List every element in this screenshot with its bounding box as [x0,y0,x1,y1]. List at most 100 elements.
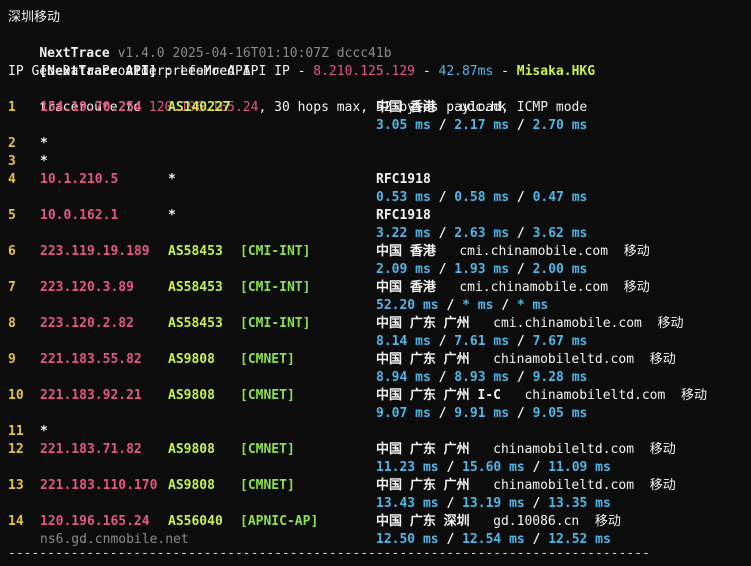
rtt-separator: / [430,370,455,385]
hop-number: 7 [8,280,16,295]
rtt-separator: / [438,496,463,511]
hop-rtt-line: 3.05 ms / 2.17 ms / 2.70 ms [376,117,587,135]
hop-rtt-2: 1.93 ms [454,262,510,277]
hop-asn: AS9808 [168,478,215,493]
hop-rtt-3: * ms [516,298,549,313]
hop-number: 3 [8,154,16,169]
hop-rtt-2: 15.60 ms [462,460,525,475]
hop-host: chinamobileltd.com [524,388,666,403]
hop-number: 8 [8,316,16,331]
hop-row: 14 120.196.165.24 AS56040 [APNIC-AP] 中国 广东 深… [8,513,751,549]
hop-geo: 中国 广东 广州 I-C [376,388,501,403]
hop-rtt-1: 2.09 ms [376,262,431,277]
hop-rtt-1: 3.05 ms [376,118,431,133]
rtt-separator: / [430,226,455,241]
api-node: Misaka.HKG [516,64,596,79]
hop-ip: 223.120.3.89 [40,280,134,295]
hop-rtt-1: 13.43 ms [376,496,439,511]
hop-host: cmi.chinamobile.com [459,244,609,259]
hop-rtt-1: 3.22 ms [376,226,431,241]
rtt-separator: / [430,190,455,205]
rtt-separator: / [509,406,533,421]
hop-number: 5 [8,208,16,223]
hop-host: chinamobileltd.com [493,442,635,457]
hop-ip: 120.196.165.24 [40,514,150,529]
hop-rtt-3: 0.47 ms [532,190,588,205]
api-latency: 42.87ms [438,64,494,79]
rtt-separator: / [509,262,533,277]
hop-geo-line: 中国 广东 广州 I-C chinamobileltd.com 移动 [376,387,707,405]
rtt-separator: / [430,118,455,133]
api-ip: 8.210.125.129 [313,64,416,79]
hop-ip: 221.183.110.170 [40,478,158,493]
hop-host: udc.hk [459,100,507,115]
hop-ip: 221.183.55.82 [40,352,142,367]
hop-rtt-line: 2.09 ms / 1.93 ms / 2.00 ms [376,261,587,279]
hop-rtt-2: 7.61 ms [454,334,510,349]
hop-number: 14 [8,514,24,529]
hop-geo-line: 中国 广东 广州 chinamobileltd.com 移动 [376,477,676,495]
rtt-separator: / [493,298,517,313]
hop-asn: AS58453 [168,316,223,331]
hop-geo: 中国 香港 [376,244,436,259]
rtt-separator: / [509,370,533,385]
hop-row: 3 * [8,153,751,171]
hop-tag: [CMNET] [240,388,295,403]
hop-tag: [CMNET] [240,478,295,493]
hop-rtt-1: 9.07 ms [376,406,431,421]
hop-rtt-3: 3.62 ms [532,226,588,241]
hop-row: 13 221.183.110.170 AS9808 [CMNET] 中国 广东 广州 c… [8,477,751,513]
hop-rtt-3: 2.70 ms [532,118,588,133]
hop-asn: AS9808 [168,352,215,367]
api-dash-1: - [415,64,439,79]
hop-rtt-2: 0.58 ms [454,190,510,205]
hop-tag: [CMNET] [240,442,295,457]
hop-asn: AS9808 [168,442,215,457]
hop-geo: 中国 广东 广州 [376,316,470,331]
hop-rtt-2: 13.19 ms [462,496,525,511]
hop-row: 2 * [8,135,751,153]
hop-timeout: * [40,424,48,439]
hop-geo-line: RFC1918 [376,207,431,225]
hop-rtt-2: 8.93 ms [454,370,510,385]
hop-geo-line: 中国 香港 cmi.chinamobile.com 移动 [376,243,650,261]
hop-asn: * [168,172,176,187]
hop-rtt-2: 2.63 ms [454,226,510,241]
hop-row: 9 221.183.55.82 AS9808 [CMNET] 中国 广东 广州 chin… [8,351,751,387]
hop-geo: 中国 广东 广州 [376,442,470,457]
hop-number: 10 [8,388,24,403]
hop-rtt-2: 2.17 ms [454,118,510,133]
hop-geo-line: RFC1918 [376,171,431,189]
rtt-separator: / [438,298,463,313]
hop-geo-line: 中国 广东 深圳 gd.10086.cn 移动 [376,513,621,531]
hop-number: 13 [8,478,24,493]
hop-timeout: * [40,154,48,169]
rtt-separator: / [430,334,455,349]
hop-row: 11 * [8,423,751,441]
version-line: NextTrace v1.4.0 2025-04-16T01:10:07Z dc… [8,27,751,61]
hop-tag: [APNIC-AP] [240,514,319,529]
hop-geo: 中国 香港 [376,280,436,295]
hop-rtt-line: 8.14 ms / 7.61 ms / 7.67 ms [376,333,587,351]
hop-ip: 154.19.70.254 [40,100,142,115]
hop-rtt-line: 13.43 ms / 13.19 ms / 13.35 ms [376,495,611,513]
api-dash-2: - [493,64,517,79]
hop-row: 6 223.119.19.189 AS58453 [CMI-INT] 中国 香港 cmi… [8,243,751,279]
terminal-window: ----------------------------------------… [0,0,751,561]
hop-geo: RFC1918 [376,172,431,187]
hop-list: 1 154.19.70.254 AS140227 中国 香港 udc.hk 3.05 m… [8,99,751,549]
hop-rtt-3: 2.00 ms [532,262,588,277]
hop-row: 5 10.0.162.1 * RFC1918 3.22 ms / 2.63 ms / 3… [8,207,751,243]
hop-number: 9 [8,352,16,367]
app-name: NextTrace [39,46,110,61]
hop-tag: [CMI-INT] [240,244,311,259]
hop-rtt-1: 8.14 ms [376,334,431,349]
hop-isp: 移动 [623,244,650,259]
hop-row: 12 221.183.71.82 AS9808 [CMNET] 中国 广东 广州 chi… [8,441,751,477]
hop-host: cmi.chinamobile.com [493,316,642,331]
hop-tag: [CMI-INT] [240,316,311,331]
hop-rtt-1: 52.20 ms [376,298,439,313]
rtt-separator: / [438,460,463,475]
hop-host: chinamobileltd.com [493,478,635,493]
rtt-separator: / [524,460,549,475]
